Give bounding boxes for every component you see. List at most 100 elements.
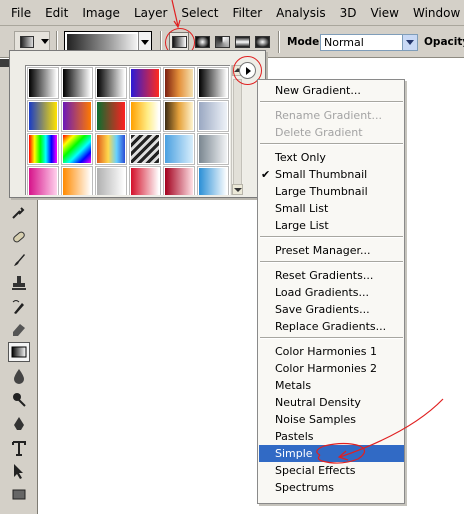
gradient-swatch[interactable] <box>197 166 229 195</box>
gradient-swatch[interactable] <box>129 166 161 195</box>
stamp-icon <box>12 276 26 290</box>
gradient-swatch[interactable] <box>27 133 59 165</box>
gradient-tool-icon <box>11 346 27 358</box>
menu-file[interactable]: File <box>6 6 40 20</box>
tool-rectangle[interactable] <box>8 484 30 504</box>
mode-select[interactable]: Normal <box>320 34 418 51</box>
menu-item-color-harmonies-2[interactable]: Color Harmonies 2 <box>259 360 404 377</box>
gradient-swatch[interactable] <box>95 166 127 195</box>
gradient-swatch[interactable] <box>163 100 195 132</box>
gradient-swatch[interactable] <box>27 67 59 99</box>
menu-item-label: Color Harmonies 2 <box>275 362 378 375</box>
type-icon <box>12 441 26 456</box>
menu-view[interactable]: View <box>365 6 407 20</box>
menu-item-save-gradients[interactable]: Save Gradients... <box>259 301 404 318</box>
reflected-gradient-button[interactable] <box>232 32 252 51</box>
menu-item-metals[interactable]: Metals <box>259 377 404 394</box>
gradient-swatch[interactable] <box>95 67 127 99</box>
bandage-icon <box>13 231 25 243</box>
menu-item-label: Spectrums <box>275 481 335 494</box>
menu-window[interactable]: Window <box>408 6 464 20</box>
tool-brush[interactable] <box>8 250 30 270</box>
tool-pen[interactable] <box>8 414 30 434</box>
gradient-swatch[interactable] <box>129 133 161 165</box>
menu-analysis[interactable]: Analysis <box>271 6 334 20</box>
menu-item-label: Small List <box>275 202 329 215</box>
menu-item-label: Rename Gradient... <box>275 109 382 122</box>
gradient-swatch[interactable] <box>95 100 127 132</box>
menu-item-reset-gradients[interactable]: Reset Gradients... <box>259 267 404 284</box>
menu-item-preset-manager[interactable]: Preset Manager... <box>259 242 404 259</box>
menu-item-small-thumbnail[interactable]: ✔ Small Thumbnail <box>259 166 404 183</box>
angle-gradient-button[interactable] <box>212 32 232 51</box>
menu-filter[interactable]: Filter <box>227 6 271 20</box>
tool-clone-stamp[interactable] <box>8 273 30 293</box>
annotation-arrow <box>316 398 444 464</box>
radial-gradient-button[interactable] <box>192 32 212 51</box>
menu-item-delete-gradient: Delete Gradient <box>259 124 404 141</box>
opacity-label: Opacity: <box>424 36 464 48</box>
gradient-swatch[interactable] <box>197 100 229 132</box>
mode-label: Mode: <box>287 36 324 48</box>
diamond-gradient-button[interactable] <box>252 32 272 51</box>
gradient-dropdown-arrow[interactable] <box>138 32 151 52</box>
menu-separator <box>260 261 403 263</box>
tool-color-sampler[interactable] <box>8 202 30 222</box>
gradient-swatch[interactable] <box>197 67 229 99</box>
angle-gradient-icon <box>215 36 230 48</box>
tool-dodge[interactable] <box>8 389 30 409</box>
gradient-swatch[interactable] <box>197 133 229 165</box>
menu-item-text-only[interactable]: Text Only <box>259 149 404 166</box>
menu-item-label: Replace Gradients... <box>275 320 387 333</box>
menu-item-large-thumbnail[interactable]: Large Thumbnail <box>259 183 404 200</box>
chevron-down-icon <box>41 39 49 44</box>
menu-item-replace-gradients[interactable]: Replace Gradients... <box>259 318 404 335</box>
picker-scrollbar[interactable] <box>231 65 243 195</box>
gradient-swatch[interactable] <box>163 166 195 195</box>
tool-gradient[interactable] <box>8 342 30 362</box>
gradient-swatch[interactable] <box>61 166 93 195</box>
gradient-swatch[interactable] <box>61 67 93 99</box>
gradient-swatch[interactable] <box>163 133 195 165</box>
menu-item-label: Small Thumbnail <box>275 168 368 181</box>
gradient-swatch[interactable] <box>61 133 93 165</box>
menu-item-spectrums[interactable]: Spectrums <box>259 479 404 496</box>
mode-value: Normal <box>324 36 364 49</box>
gradient-swatch-grid <box>25 65 230 195</box>
menu-item-small-list[interactable]: Small List <box>259 200 404 217</box>
menu-item-label: Load Gradients... <box>275 286 369 299</box>
pen-icon <box>14 417 24 430</box>
menu-item-label: Metals <box>275 379 312 392</box>
gradient-swatch[interactable] <box>129 100 161 132</box>
reflected-gradient-icon <box>235 36 250 48</box>
menu-image[interactable]: Image <box>77 6 129 20</box>
scroll-down-icon[interactable] <box>232 184 243 195</box>
gradient-swatch[interactable] <box>163 67 195 99</box>
menu-item-large-list[interactable]: Large List <box>259 217 404 234</box>
gradient-swatch[interactable] <box>95 133 127 165</box>
gradient-swatch[interactable] <box>129 67 161 99</box>
gradient-swatch[interactable] <box>27 100 59 132</box>
tool-path-selection[interactable] <box>8 461 30 481</box>
menu-edit[interactable]: Edit <box>40 6 77 20</box>
tool-type[interactable] <box>8 438 30 458</box>
tool-healing-brush[interactable] <box>8 227 30 247</box>
gradient-swatch[interactable] <box>27 166 59 195</box>
tool-history-brush[interactable] <box>8 297 30 317</box>
menu-item-color-harmonies-1[interactable]: Color Harmonies 1 <box>259 343 404 360</box>
menu-item-label: Color Harmonies 1 <box>275 345 378 358</box>
scroll-thumb[interactable] <box>233 79 242 187</box>
gradient-swatch[interactable] <box>61 100 93 132</box>
menu-item-label: New Gradient... <box>275 84 361 97</box>
menu-item-new-gradient[interactable]: New Gradient... <box>259 82 404 99</box>
rectangle-icon <box>12 489 26 500</box>
menu-select[interactable]: Select <box>176 6 227 20</box>
radial-gradient-icon <box>195 36 210 48</box>
chevron-down-icon[interactable] <box>402 35 417 50</box>
menu-item-label: Save Gradients... <box>275 303 370 316</box>
tool-eraser[interactable] <box>8 319 30 339</box>
menu-3d[interactable]: 3D <box>335 6 366 20</box>
menu-item-load-gradients[interactable]: Load Gradients... <box>259 284 404 301</box>
gradient-picker-panel <box>9 50 266 246</box>
tool-blur[interactable] <box>8 366 30 386</box>
